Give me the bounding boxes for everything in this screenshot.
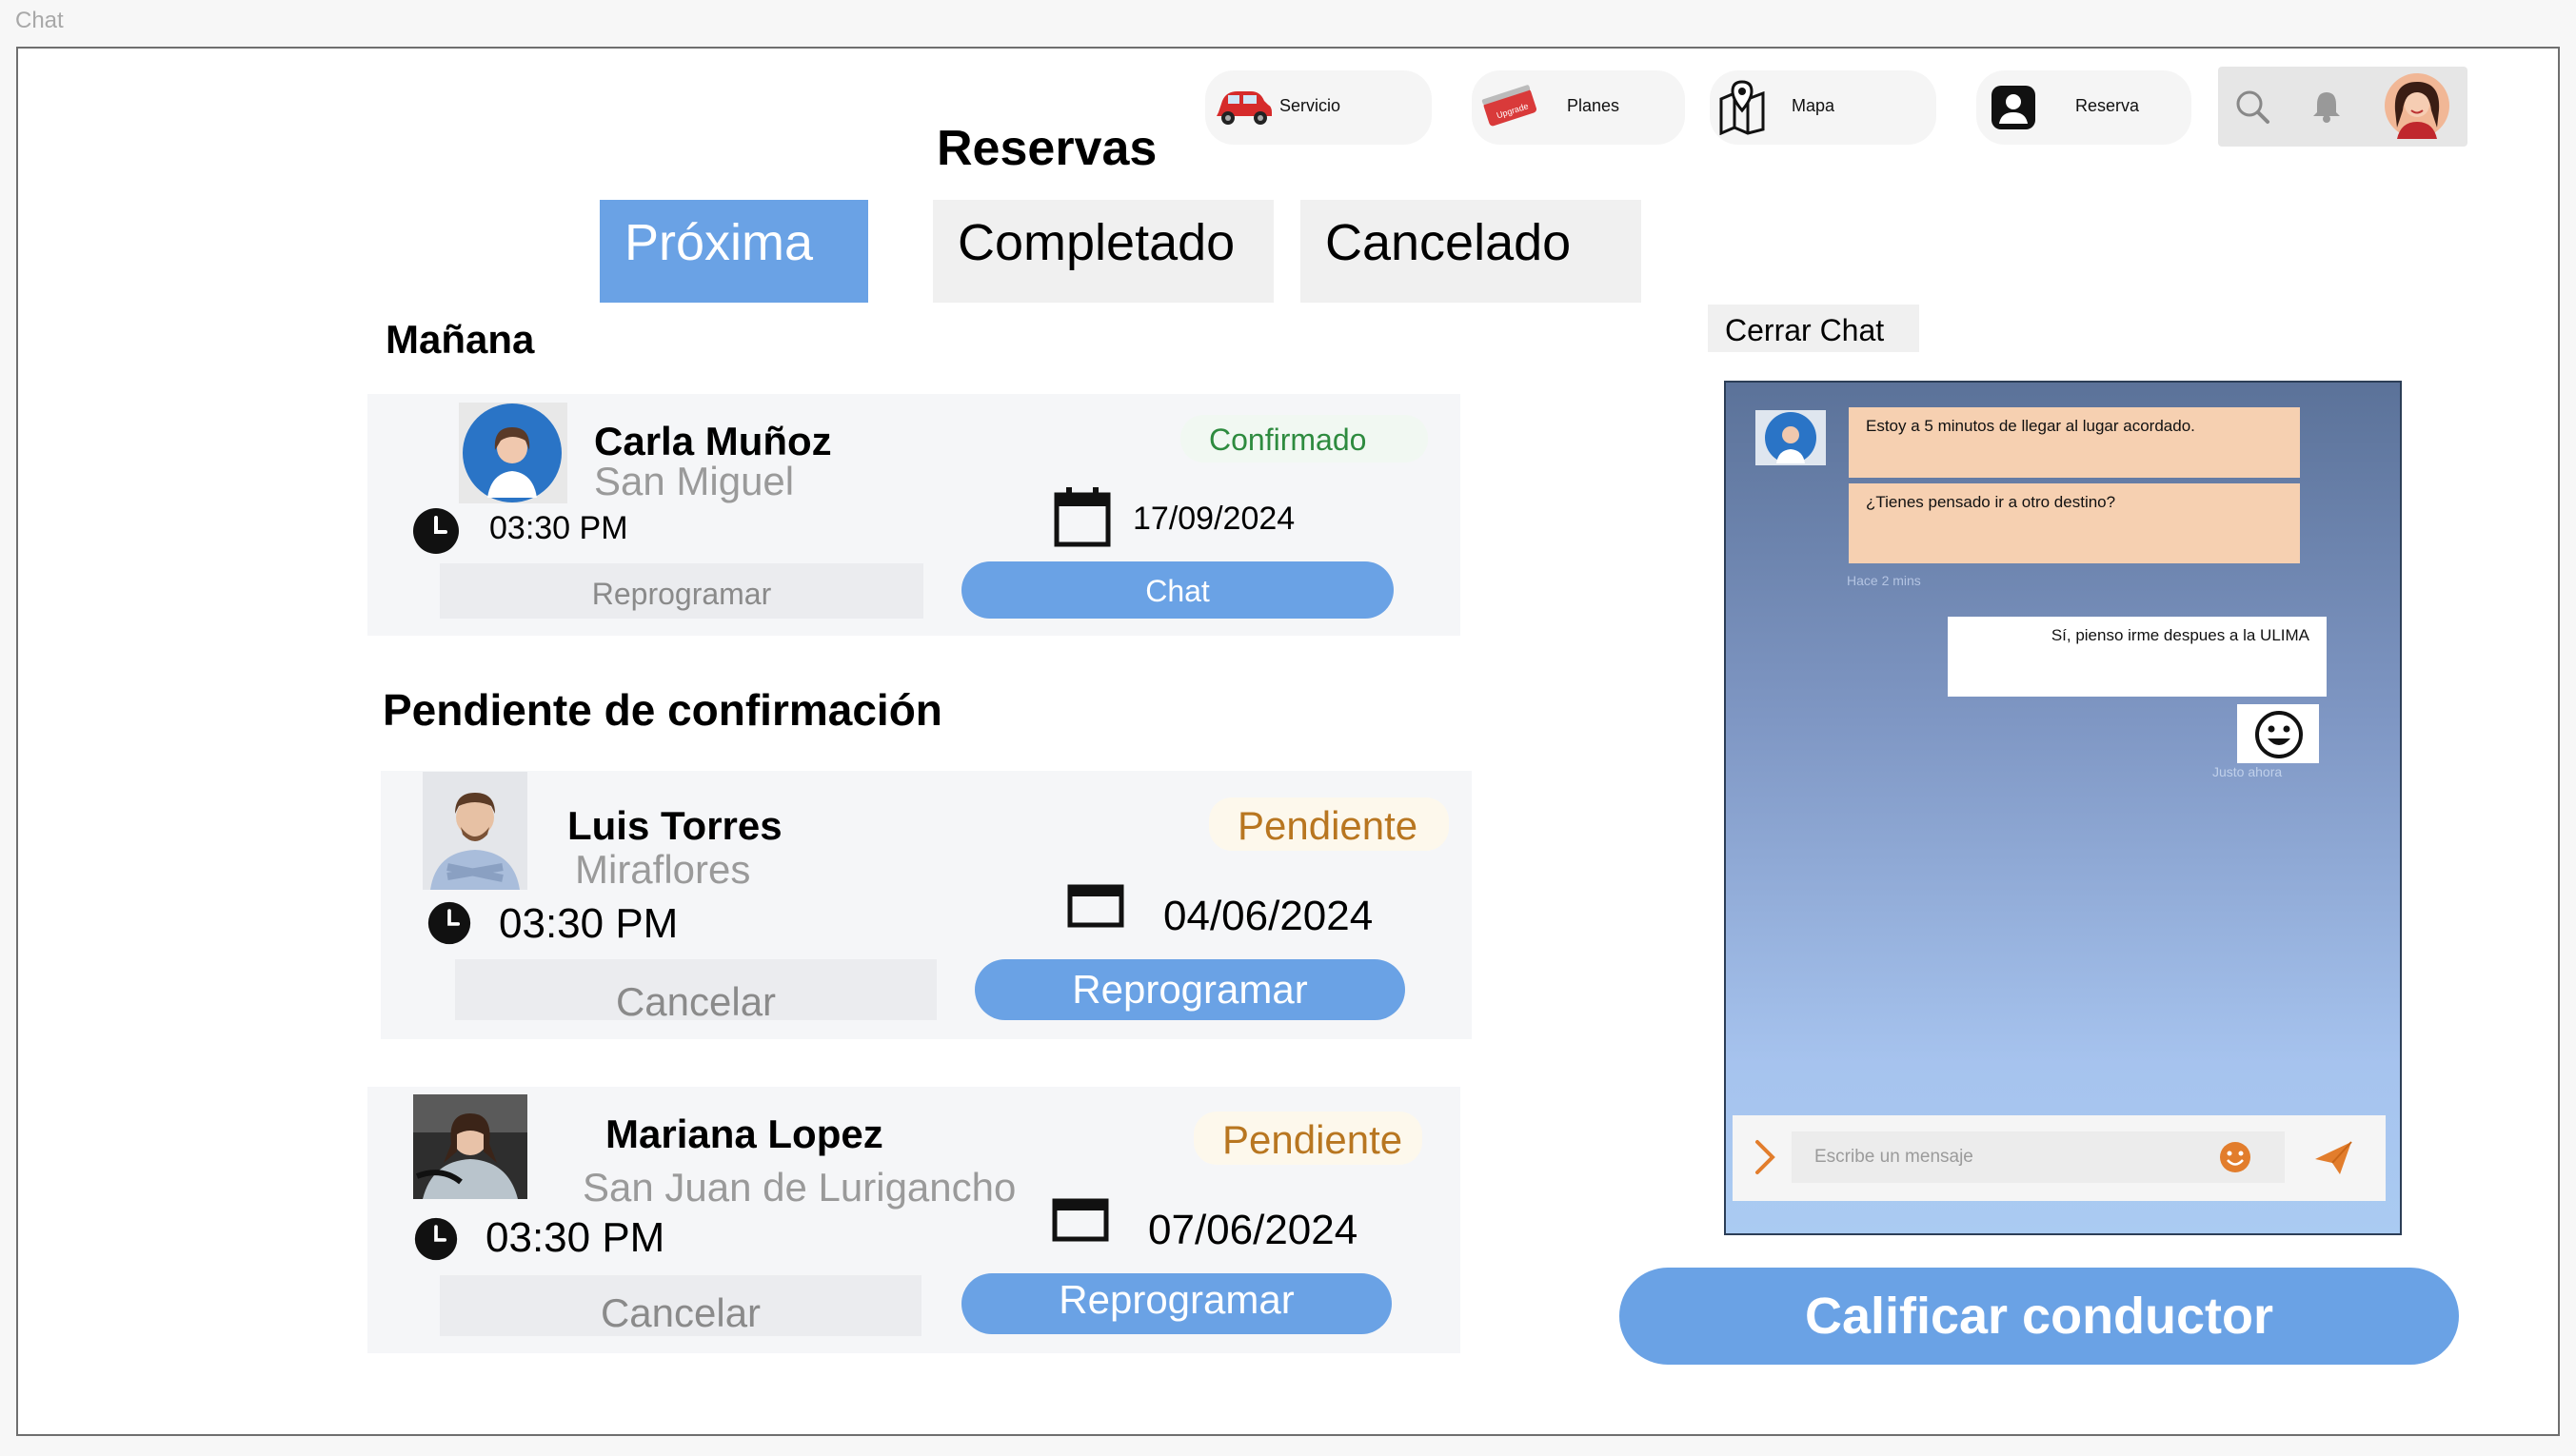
calendar-icon (1052, 1198, 1109, 1242)
rate-driver-button[interactable]: Calificar conductor (1619, 1268, 2459, 1365)
calendar-icon (1054, 487, 1111, 547)
emoji-reaction (2237, 704, 2319, 763)
status-badge-confirmed: Confirmado (1180, 415, 1428, 462)
booking-time: 03:30 PM (489, 510, 628, 546)
nav-planes[interactable]: Upgrade Planes (1472, 70, 1685, 145)
user-avatar[interactable] (2384, 72, 2450, 139)
reschedule-button[interactable]: Reprogramar (961, 1273, 1392, 1334)
driver-name: Carla Muñoz (594, 419, 832, 463)
driver-name: Mariana Lopez (605, 1112, 883, 1156)
cancel-button[interactable]: Cancelar (455, 959, 937, 1024)
reschedule-button[interactable]: Reprogramar (975, 959, 1405, 1020)
tab-proxima[interactable]: Próxima (600, 200, 868, 303)
account-icon (1991, 86, 2035, 129)
clock-icon (414, 1217, 458, 1261)
driver-avatar (423, 772, 527, 890)
tab-cancelado[interactable]: Cancelado (1300, 200, 1641, 303)
driver-location: Miraflores (575, 847, 751, 892)
emoji-picker-icon[interactable] (2218, 1140, 2252, 1174)
driver-location: San Juan de Lurigancho (583, 1165, 1017, 1210)
bell-icon[interactable] (2308, 88, 2346, 126)
chat-message-input[interactable] (1792, 1131, 2285, 1183)
clock-icon (427, 901, 471, 945)
car-icon (1217, 91, 1272, 125)
nav-reserva-label: Reserva (2075, 96, 2140, 115)
tab-completado[interactable]: Completado (933, 200, 1274, 303)
send-icon[interactable] (2313, 1138, 2355, 1176)
chat-message-incoming: ¿Tienes pensado ir a otro destino? (1849, 483, 2300, 563)
nav-tools (2218, 67, 2467, 147)
calendar-icon (1067, 884, 1124, 928)
nav-reserva[interactable]: Reserva (1976, 70, 2191, 145)
clock-icon (413, 508, 459, 554)
driver-avatar (459, 403, 567, 503)
driver-avatar (1755, 410, 1826, 465)
section-title-manana: Mañana (386, 317, 535, 362)
search-icon[interactable] (2233, 88, 2271, 126)
nav-servicio-label: Servicio (1279, 96, 1341, 115)
status-badge-pending: Pendiente (1194, 1112, 1422, 1165)
nav-mapa-label: Mapa (1792, 96, 1835, 115)
section-title-pendiente: Pendiente de confirmación (383, 685, 942, 735)
driver-avatar (413, 1094, 527, 1199)
nav-servicio[interactable]: Servicio (1205, 70, 1432, 145)
booking-date: 07/06/2024 (1148, 1207, 1358, 1253)
reschedule-button[interactable]: Reprogramar (440, 563, 923, 619)
page-title: Reservas (937, 121, 1158, 176)
close-chat-button[interactable]: Cerrar Chat (1708, 305, 1919, 352)
booking-date: 04/06/2024 (1163, 893, 1374, 939)
map-pin-icon (1719, 80, 1765, 135)
chevron-right-icon[interactable] (1754, 1138, 1776, 1176)
cancel-button[interactable]: Cancelar (440, 1275, 921, 1336)
driver-name: Luis Torres (567, 803, 783, 848)
upgrade-ticket-icon: Upgrade (1481, 85, 1537, 127)
chat-message-incoming: Estoy a 5 minutos de llegar al lugar aco… (1849, 407, 2300, 478)
booking-time: 03:30 PM (499, 900, 679, 947)
nav-planes-label: Planes (1567, 96, 1620, 115)
message-timestamp: Hace 2 mins (1847, 573, 1921, 588)
message-timestamp: Justo ahora (2212, 764, 2283, 779)
chat-button[interactable]: Chat (961, 561, 1394, 619)
driver-location: San Miguel (594, 459, 795, 503)
chat-message-outgoing: Sí, pienso irme despues a la ULIMA (1948, 617, 2327, 697)
window-title: Chat (15, 8, 64, 33)
smiley-icon (2255, 711, 2303, 758)
booking-date: 17/09/2024 (1133, 501, 1296, 537)
status-badge-pending: Pendiente (1209, 797, 1449, 851)
nav-mapa[interactable]: Mapa (1710, 70, 1936, 145)
booking-time: 03:30 PM (485, 1214, 665, 1261)
